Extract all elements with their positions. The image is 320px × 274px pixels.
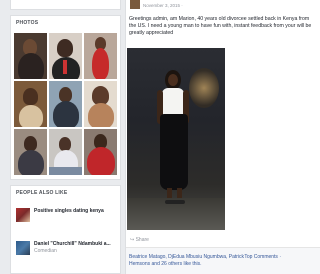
- photo-thumb[interactable]: [49, 33, 82, 79]
- top-comments-dropdown[interactable]: Top Comments ·: [244, 254, 281, 260]
- likes-summary[interactable]: Beatrice Matago, DjEdua Mbusiu Ngumbwa, …: [129, 254, 249, 268]
- people-also-like-card: PEOPLE ALSO LIKE Positive singles dating…: [10, 185, 121, 274]
- photo-grid: [14, 33, 118, 175]
- sidebar-top-card: [10, 0, 121, 10]
- suggested-page-category: Comedian: [34, 248, 57, 254]
- photo-thumb[interactable]: [14, 33, 47, 79]
- photo-thumb[interactable]: [84, 129, 117, 175]
- left-sidebar: PHOTOS PEOPLE ALSO LIKE Positive singles…: [10, 0, 121, 274]
- facebook-page: PHOTOS PEOPLE ALSO LIKE Positive singles…: [0, 0, 320, 274]
- post-header: November 3, 2015 ·: [127, 0, 320, 12]
- photo-thumb[interactable]: [49, 81, 82, 127]
- photo-thumb[interactable]: [84, 81, 117, 127]
- avatar[interactable]: [130, 0, 140, 9]
- page-thumbnail: [16, 241, 30, 255]
- photo-thumb[interactable]: [14, 81, 47, 127]
- post-body: Greetings admin, am Marion, 40 years old…: [129, 16, 312, 37]
- share-label: Share: [135, 237, 149, 243]
- post-card: November 3, 2015 · Greetings admin, am M…: [125, 0, 320, 274]
- photo-thumb[interactable]: [84, 33, 117, 79]
- suggested-page[interactable]: Daniel "Churchill" Ndambuki a... Comedia…: [16, 241, 111, 255]
- share-icon: ↪: [130, 237, 135, 243]
- page-thumbnail: [16, 208, 30, 222]
- photo-thumb[interactable]: [49, 129, 82, 175]
- suggested-page-name[interactable]: Positive singles dating kenya: [34, 208, 104, 215]
- post-photo[interactable]: [127, 48, 225, 230]
- suggested-page[interactable]: Positive singles dating kenya: [16, 208, 104, 222]
- suggested-page-name[interactable]: Daniel "Churchill" Ndambuki a...: [34, 241, 111, 248]
- photos-title: PHOTOS: [16, 20, 39, 26]
- post-timestamp[interactable]: November 3, 2015 ·: [143, 3, 183, 8]
- people-also-like-title: PEOPLE ALSO LIKE: [16, 190, 68, 196]
- likes-bar: Beatrice Matago, DjEdua Mbusiu Ngumbwa, …: [126, 247, 320, 274]
- photo-thumb[interactable]: [14, 129, 47, 175]
- share-button[interactable]: ↪ Share: [130, 237, 149, 243]
- photos-card: PHOTOS: [10, 15, 121, 180]
